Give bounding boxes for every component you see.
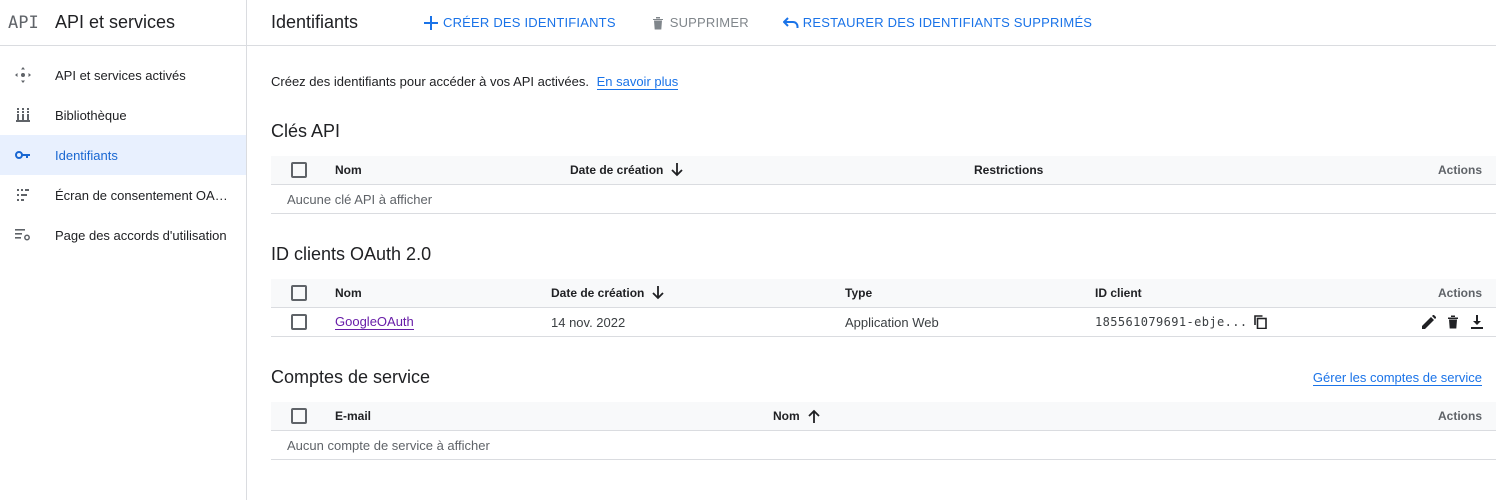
column-header-restrictions: Restrictions [974, 163, 1044, 177]
sidebar-item-credentials[interactable]: Identifiants [0, 135, 246, 175]
copy-icon[interactable] [1252, 313, 1270, 331]
download-icon[interactable] [1468, 313, 1486, 331]
row-checkbox-cell [291, 308, 307, 336]
sidebar-nav: API et services activés Bibliothèque Ide… [0, 46, 246, 255]
client-name-cell: GoogleOAuth [335, 308, 414, 336]
product-title: API et services [55, 12, 176, 32]
consent-screen-icon [14, 186, 32, 204]
api-keys-table: Nom Date de création Restrictions Action… [271, 156, 1496, 214]
restore-credentials-button[interactable]: RESTAURER DES IDENTIFIANTS SUPPRIMÉS [782, 15, 1093, 31]
table-header: Nom Date de création Restrictions Action… [271, 156, 1496, 185]
column-header-actions: Actions [1437, 409, 1482, 423]
sort-down-icon [671, 163, 684, 177]
key-icon [14, 146, 32, 164]
delete-icon[interactable] [1444, 313, 1462, 331]
sidebar-item-label: Écran de consentement OAuth [55, 187, 230, 203]
restore-label: RESTAURER DES IDENTIFIANTS SUPPRIMÉS [802, 15, 1093, 30]
toolbar: Identifiants CRÉER DES IDENTIFIANTS SUPP… [247, 0, 1496, 46]
sidebar-item-label: Page des accords d'utilisation [55, 227, 227, 243]
table-row-empty: Aucun compte de service à afficher [271, 431, 1496, 460]
row-checkbox[interactable] [291, 314, 307, 330]
column-header-actions: Actions [1437, 286, 1482, 300]
table-header: Nom Date de création Type ID client Acti… [271, 279, 1496, 308]
sidebar-item-label: API et services activés [55, 67, 186, 83]
sidebar-item-consent-screen[interactable]: Écran de consentement OAuth [0, 175, 246, 215]
sidebar-item-enabled-apis[interactable]: API et services activés [0, 55, 246, 95]
column-header-label: Date de création [551, 286, 645, 300]
select-all-checkbox-cell [291, 279, 307, 307]
sort-down-icon [652, 286, 665, 300]
table-header: E-mail Nom Actions [271, 402, 1496, 431]
api-logo: API [8, 12, 39, 33]
column-header-name[interactable]: Nom [335, 279, 362, 307]
sidebar: API API et services API et services acti… [0, 0, 247, 500]
sort-up-icon [808, 409, 820, 423]
api-diamond-icon [14, 66, 32, 84]
select-all-checkbox-cell [291, 402, 307, 430]
page-title: Identifiants [271, 12, 359, 32]
plus-icon [423, 15, 439, 31]
oauth-table: Nom Date de création Type ID client Acti… [271, 279, 1496, 337]
create-credentials-label: CRÉER DES IDENTIFIANTS [443, 15, 616, 30]
column-header-created[interactable]: Date de création [551, 279, 665, 307]
column-header-name[interactable]: Nom [335, 156, 362, 184]
sidebar-item-library[interactable]: Bibliothèque [0, 95, 246, 135]
client-type-cell: Application Web [845, 314, 939, 330]
client-id-value: 185561079691-ebje... [1095, 315, 1248, 329]
intro-description: Créez des identifiants pour accéder à vo… [271, 74, 589, 89]
row-actions [1420, 308, 1486, 336]
delete-button[interactable]: SUPPRIMER [650, 15, 749, 31]
sidebar-header: API API et services [0, 0, 246, 46]
column-header-name[interactable]: Nom [773, 402, 820, 430]
client-id-cell: 185561079691-ebje... [1095, 308, 1270, 336]
select-all-checkbox[interactable] [291, 408, 307, 424]
create-credentials-button[interactable]: CRÉER DES IDENTIFIANTS [423, 15, 616, 31]
sidebar-item-label: Bibliothèque [55, 107, 127, 123]
select-all-checkbox[interactable] [291, 162, 307, 178]
service-accounts-table: E-mail Nom Actions Aucun compte de servi… [271, 402, 1496, 460]
client-created-cell: 14 nov. 2022 [551, 314, 626, 330]
table-row: GoogleOAuth 14 nov. 2022 Application Web… [271, 308, 1496, 337]
learn-more-link[interactable]: En savoir plus [596, 74, 679, 90]
column-header-type: Type [845, 286, 873, 300]
service-accounts-title: Comptes de service [271, 367, 431, 387]
api-keys-title: Clés API [271, 121, 341, 141]
manage-service-accounts-link[interactable]: Gérer les comptes de service [1312, 370, 1482, 386]
intro-text: Créez des identifiants pour accéder à vo… [271, 74, 679, 90]
column-header-actions: Actions [1437, 163, 1482, 177]
sidebar-item-usage-agreements[interactable]: Page des accords d'utilisation [0, 215, 246, 255]
table-row-empty: Aucune clé API à afficher [271, 185, 1496, 214]
delete-label: SUPPRIMER [669, 15, 749, 30]
empty-message: Aucune clé API à afficher [287, 191, 433, 207]
undo-icon [782, 15, 799, 31]
select-all-checkbox[interactable] [291, 285, 307, 301]
client-name-link[interactable]: GoogleOAuth [335, 314, 414, 330]
select-all-checkbox-cell [291, 156, 307, 184]
sidebar-item-label: Identifiants [55, 147, 118, 163]
column-header-label: Date de création [570, 163, 664, 177]
column-header-email[interactable]: E-mail [335, 402, 371, 430]
trash-icon [650, 15, 666, 31]
library-icon [14, 106, 32, 124]
column-header-created[interactable]: Date de création [570, 156, 684, 184]
column-header-label: Nom [773, 409, 800, 423]
column-header-client-id: ID client [1095, 286, 1142, 300]
settings-list-icon [14, 226, 32, 244]
oauth-title: ID clients OAuth 2.0 [271, 244, 432, 264]
edit-icon[interactable] [1420, 313, 1438, 331]
empty-message: Aucun compte de service à afficher [287, 437, 490, 453]
